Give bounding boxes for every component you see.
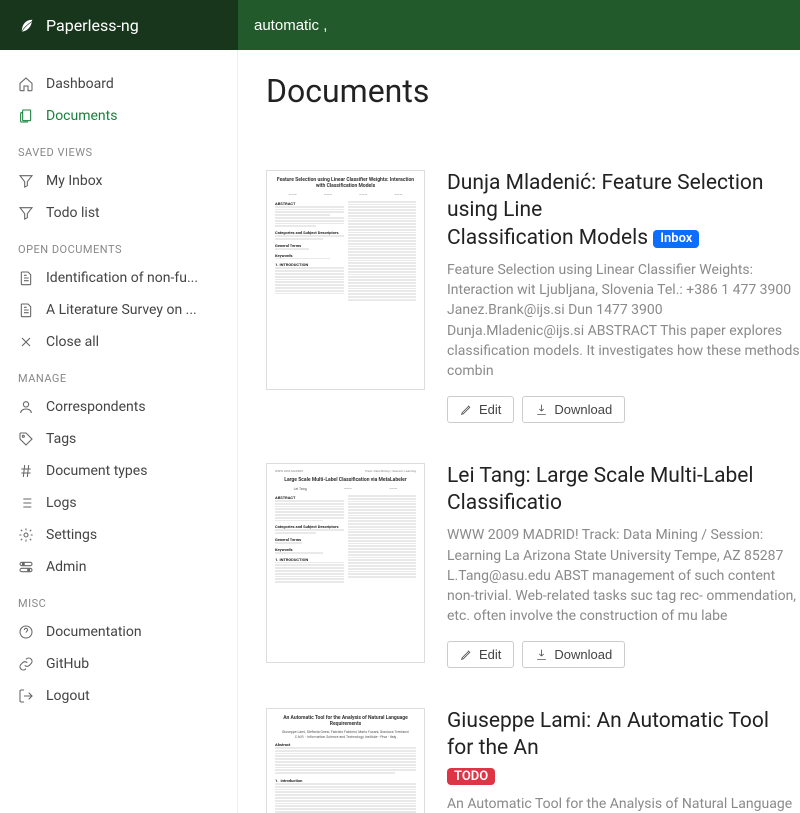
sidebar-item-documentation[interactable]: Documentation bbox=[0, 616, 237, 648]
search-bar[interactable] bbox=[238, 0, 800, 50]
download-icon bbox=[535, 648, 548, 661]
logout-icon bbox=[18, 688, 34, 704]
sidebar-item-label: Identification of non-fu... bbox=[46, 270, 198, 286]
tag-icon bbox=[18, 431, 34, 447]
tag-badge-todo[interactable]: TODO bbox=[447, 768, 495, 785]
search-input[interactable] bbox=[254, 17, 784, 34]
funnel-icon bbox=[18, 205, 34, 221]
sidebar-item-admin[interactable]: Admin bbox=[0, 551, 237, 583]
sidebar-item-label: Close all bbox=[46, 334, 99, 350]
file-text-icon bbox=[18, 302, 34, 318]
sidebar: Dashboard Documents SAVED VIEWS My Inbox… bbox=[0, 50, 238, 813]
edit-button[interactable]: Edit bbox=[447, 396, 514, 423]
sidebar-section-misc: MISC bbox=[0, 583, 237, 616]
sidebar-item-label: A Literature Survey on ... bbox=[46, 302, 197, 318]
sidebar-item-logs[interactable]: Logs bbox=[0, 487, 237, 519]
sidebar-item-document-types[interactable]: Document types bbox=[0, 455, 237, 487]
sidebar-item-open-doc-1[interactable]: Identification of non-fu... bbox=[0, 262, 237, 294]
brand-text: Paperless-ng bbox=[46, 16, 139, 35]
sidebar-item-label: Dashboard bbox=[46, 76, 114, 92]
topbar: Paperless-ng bbox=[0, 0, 800, 50]
document-snippet: Feature Selection using Linear Classifie… bbox=[447, 260, 800, 382]
sidebar-item-close-all[interactable]: Close all bbox=[0, 326, 237, 358]
funnel-icon bbox=[18, 173, 34, 189]
sidebar-item-logout[interactable]: Logout bbox=[0, 680, 237, 712]
sidebar-section-open-docs: OPEN DOCUMENTS bbox=[0, 229, 237, 262]
sidebar-item-label: Tags bbox=[46, 431, 76, 447]
sidebar-item-dashboard[interactable]: Dashboard bbox=[0, 68, 237, 100]
document-snippet: An Automatic Tool for the Analysis of Na… bbox=[447, 794, 800, 813]
download-icon bbox=[535, 403, 548, 416]
sidebar-item-label: Logs bbox=[46, 495, 77, 511]
sidebar-item-github[interactable]: GitHub bbox=[0, 648, 237, 680]
document-row: An Automatic Tool for the Analysis of Na… bbox=[266, 708, 800, 813]
document-title[interactable]: Dunja Mladenić: Feature Selection using … bbox=[447, 170, 800, 252]
document-title[interactable]: Giuseppe Lami: An Automatic Tool for the… bbox=[447, 708, 800, 763]
document-thumbnail[interactable]: An Automatic Tool for the Analysis of Na… bbox=[266, 708, 425, 813]
sidebar-section-manage: MANAGE bbox=[0, 358, 237, 391]
pencil-icon bbox=[460, 648, 473, 661]
close-icon bbox=[18, 334, 34, 350]
sidebar-item-label: Admin bbox=[46, 559, 86, 575]
sidebar-item-label: My Inbox bbox=[46, 173, 103, 189]
hash-icon bbox=[18, 463, 34, 479]
sidebar-item-open-doc-2[interactable]: A Literature Survey on ... bbox=[0, 294, 237, 326]
sidebar-item-label: Logout bbox=[46, 688, 90, 704]
document-row: WWW 2009 MADRID!Track: Data Mining / Ses… bbox=[266, 463, 800, 668]
sidebar-item-documents[interactable]: Documents bbox=[0, 100, 237, 132]
sidebar-item-label: GitHub bbox=[46, 656, 89, 672]
sidebar-item-label: Documents bbox=[46, 108, 117, 124]
download-button[interactable]: Download bbox=[522, 396, 625, 423]
edit-button[interactable]: Edit bbox=[447, 641, 514, 668]
document-thumbnail[interactable]: Feature Selection using Linear Classifie… bbox=[266, 170, 425, 390]
toggles-icon bbox=[18, 559, 34, 575]
sidebar-item-tags[interactable]: Tags bbox=[0, 423, 237, 455]
sidebar-item-todo-list[interactable]: Todo list bbox=[0, 197, 237, 229]
link-icon bbox=[18, 656, 34, 672]
documents-icon bbox=[18, 108, 34, 124]
download-button[interactable]: Download bbox=[522, 641, 625, 668]
gear-icon bbox=[18, 527, 34, 543]
main-content: Documents Feature Selection using Linear… bbox=[238, 50, 800, 813]
leaf-icon bbox=[18, 16, 36, 34]
pencil-icon bbox=[460, 403, 473, 416]
tag-badge-inbox[interactable]: Inbox bbox=[653, 230, 699, 249]
help-icon bbox=[18, 624, 34, 640]
sidebar-item-label: Settings bbox=[46, 527, 97, 543]
sidebar-item-settings[interactable]: Settings bbox=[0, 519, 237, 551]
sidebar-item-correspondents[interactable]: Correspondents bbox=[0, 391, 237, 423]
document-thumbnail[interactable]: WWW 2009 MADRID!Track: Data Mining / Ses… bbox=[266, 463, 425, 663]
sidebar-item-label: Documentation bbox=[46, 624, 142, 640]
sidebar-item-my-inbox[interactable]: My Inbox bbox=[0, 165, 237, 197]
sidebar-item-label: Document types bbox=[46, 463, 147, 479]
document-row: Feature Selection using Linear Classifie… bbox=[266, 170, 800, 423]
sidebar-section-saved-views: SAVED VIEWS bbox=[0, 132, 237, 165]
person-icon bbox=[18, 399, 34, 415]
document-title[interactable]: Lei Tang: Large Scale Multi-Label Classi… bbox=[447, 463, 800, 518]
file-text-icon bbox=[18, 270, 34, 286]
home-icon bbox=[18, 76, 34, 92]
sidebar-item-label: Todo list bbox=[46, 205, 100, 221]
sidebar-item-label: Correspondents bbox=[46, 399, 146, 415]
document-snippet: WWW 2009 MADRID! Track: Data Mining / Se… bbox=[447, 525, 800, 626]
page-title: Documents bbox=[266, 72, 800, 110]
list-icon bbox=[18, 495, 34, 511]
brand[interactable]: Paperless-ng bbox=[0, 0, 238, 50]
